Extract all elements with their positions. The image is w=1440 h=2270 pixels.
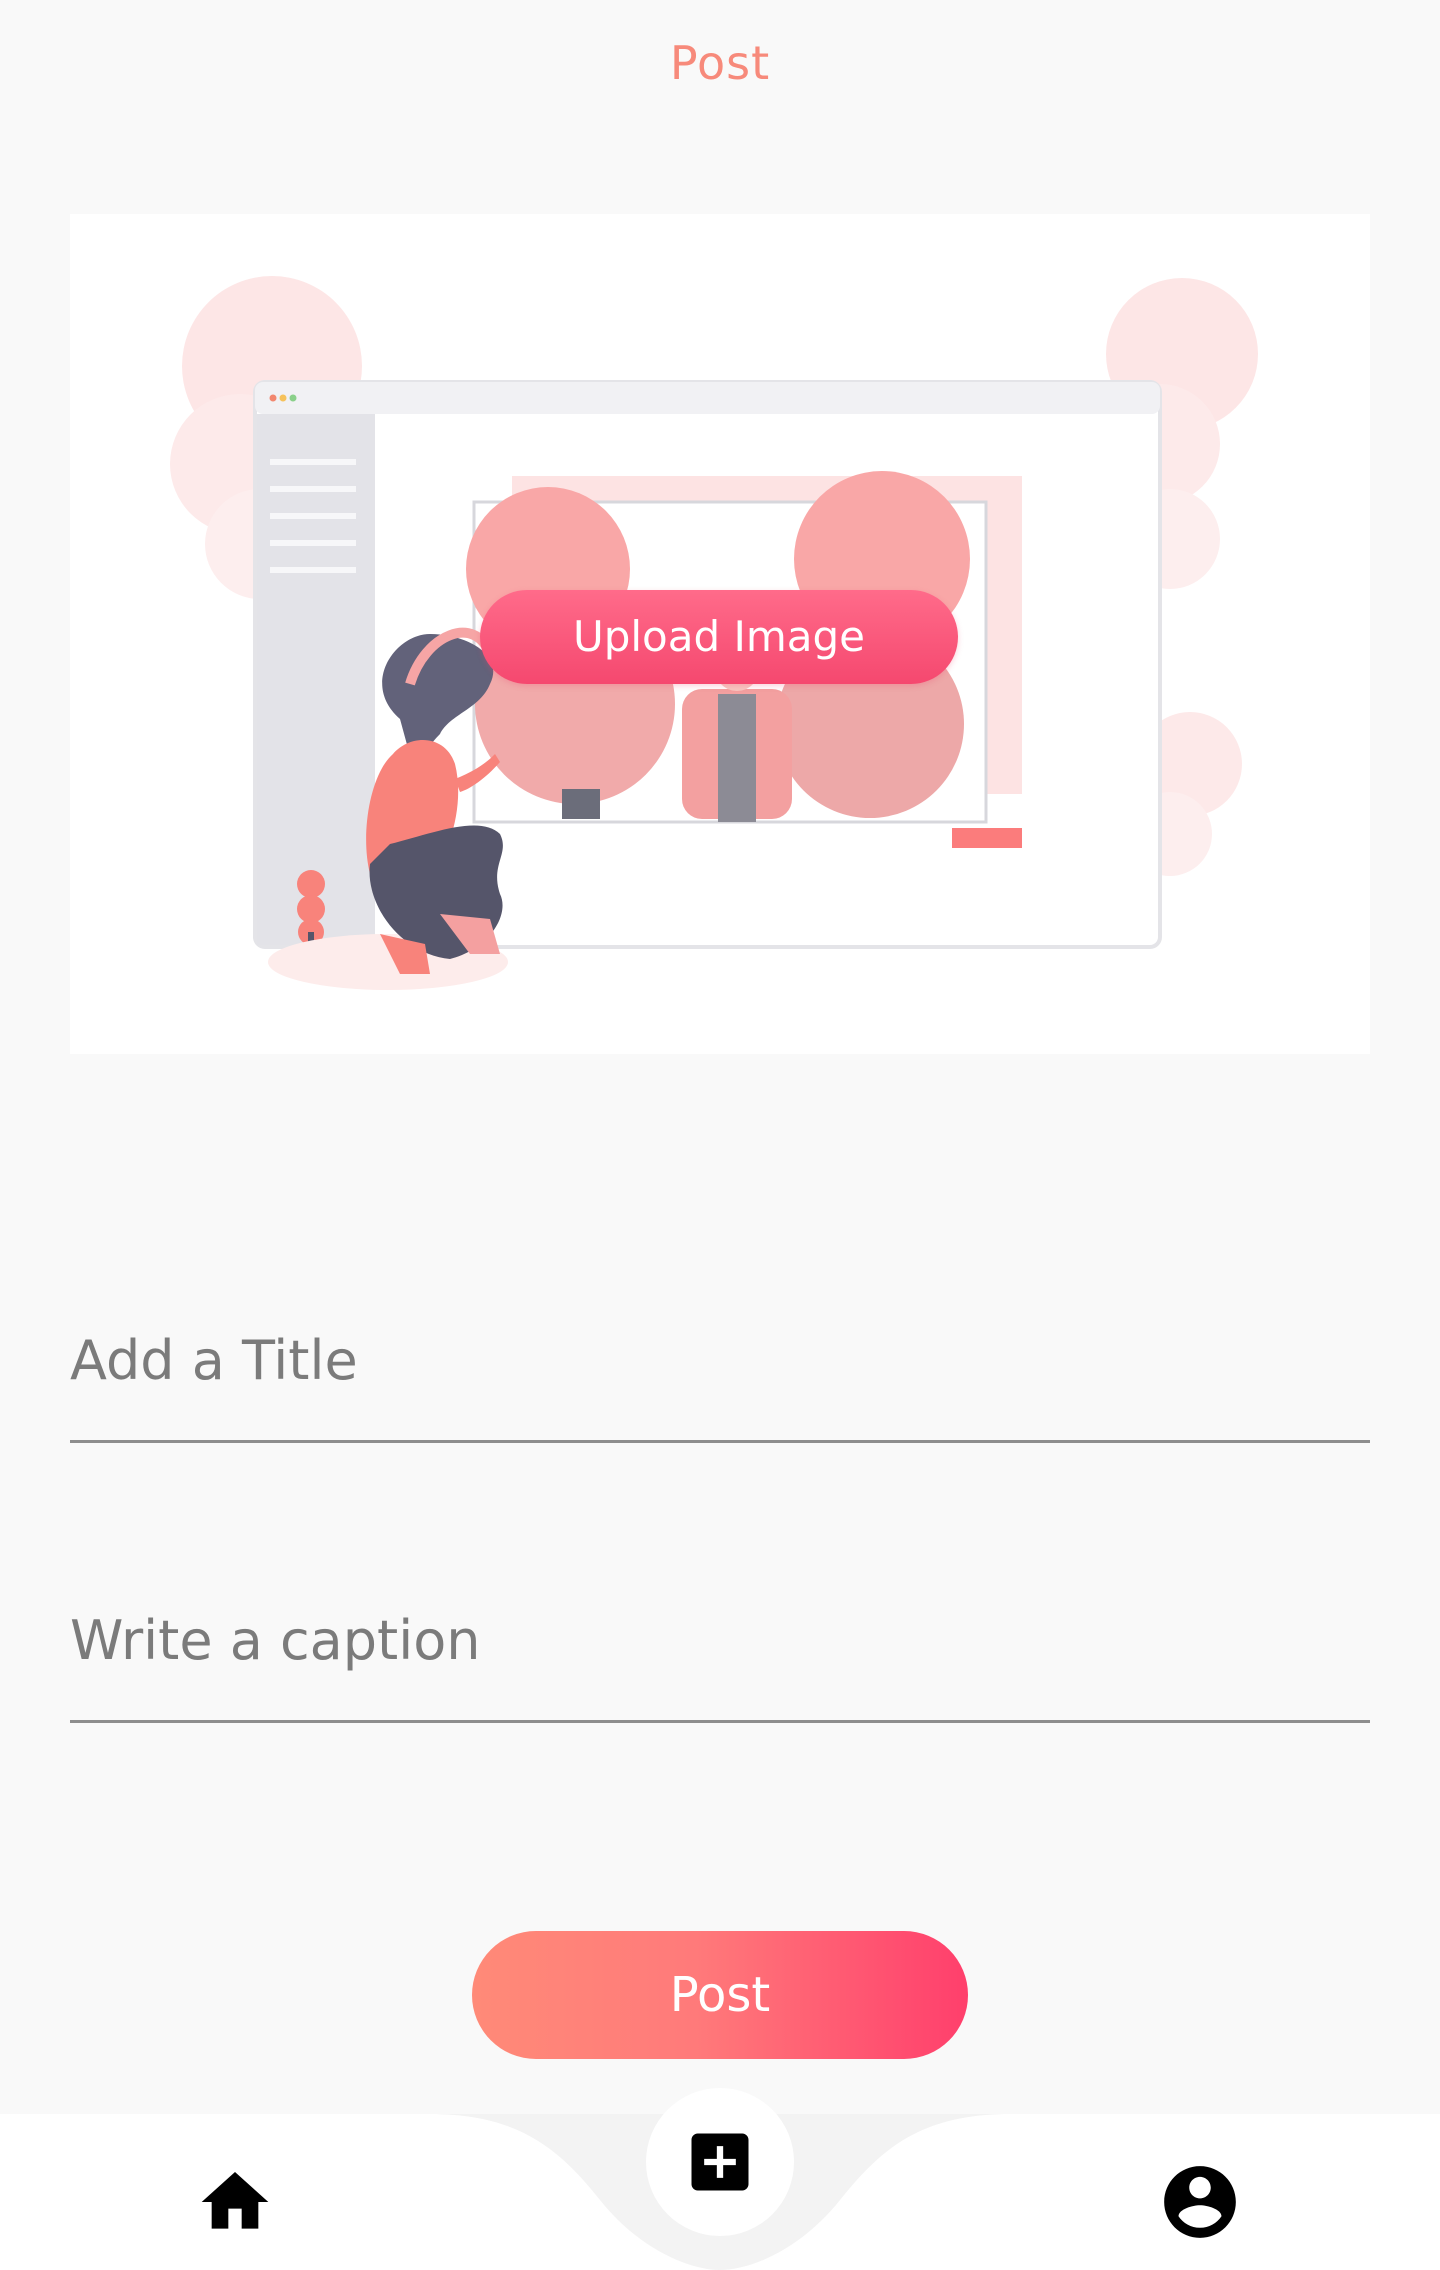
nav-add-post[interactable] xyxy=(646,2088,794,2236)
home-icon xyxy=(201,2172,269,2229)
title-field[interactable] xyxy=(70,1280,1370,1443)
caption-input[interactable] xyxy=(70,1560,1370,1720)
nav-profile[interactable] xyxy=(1155,2157,1245,2247)
title-input[interactable] xyxy=(70,1280,1370,1440)
post-button[interactable]: Post xyxy=(472,1931,968,2059)
nav-home[interactable] xyxy=(190,2157,280,2247)
upload-image-button[interactable]: Upload Image xyxy=(480,590,958,684)
caption-field[interactable] xyxy=(70,1560,1370,1723)
add-box-icon xyxy=(691,2133,749,2191)
post-screen: Post Upload Image Add a Title Write a ca… xyxy=(0,0,1440,2270)
image-upload-area[interactable]: Upload Image xyxy=(70,214,1370,1054)
bottom-navigation xyxy=(0,2088,1440,2270)
page-title: Post xyxy=(669,36,771,90)
account-circle-icon xyxy=(1164,2166,1236,2238)
